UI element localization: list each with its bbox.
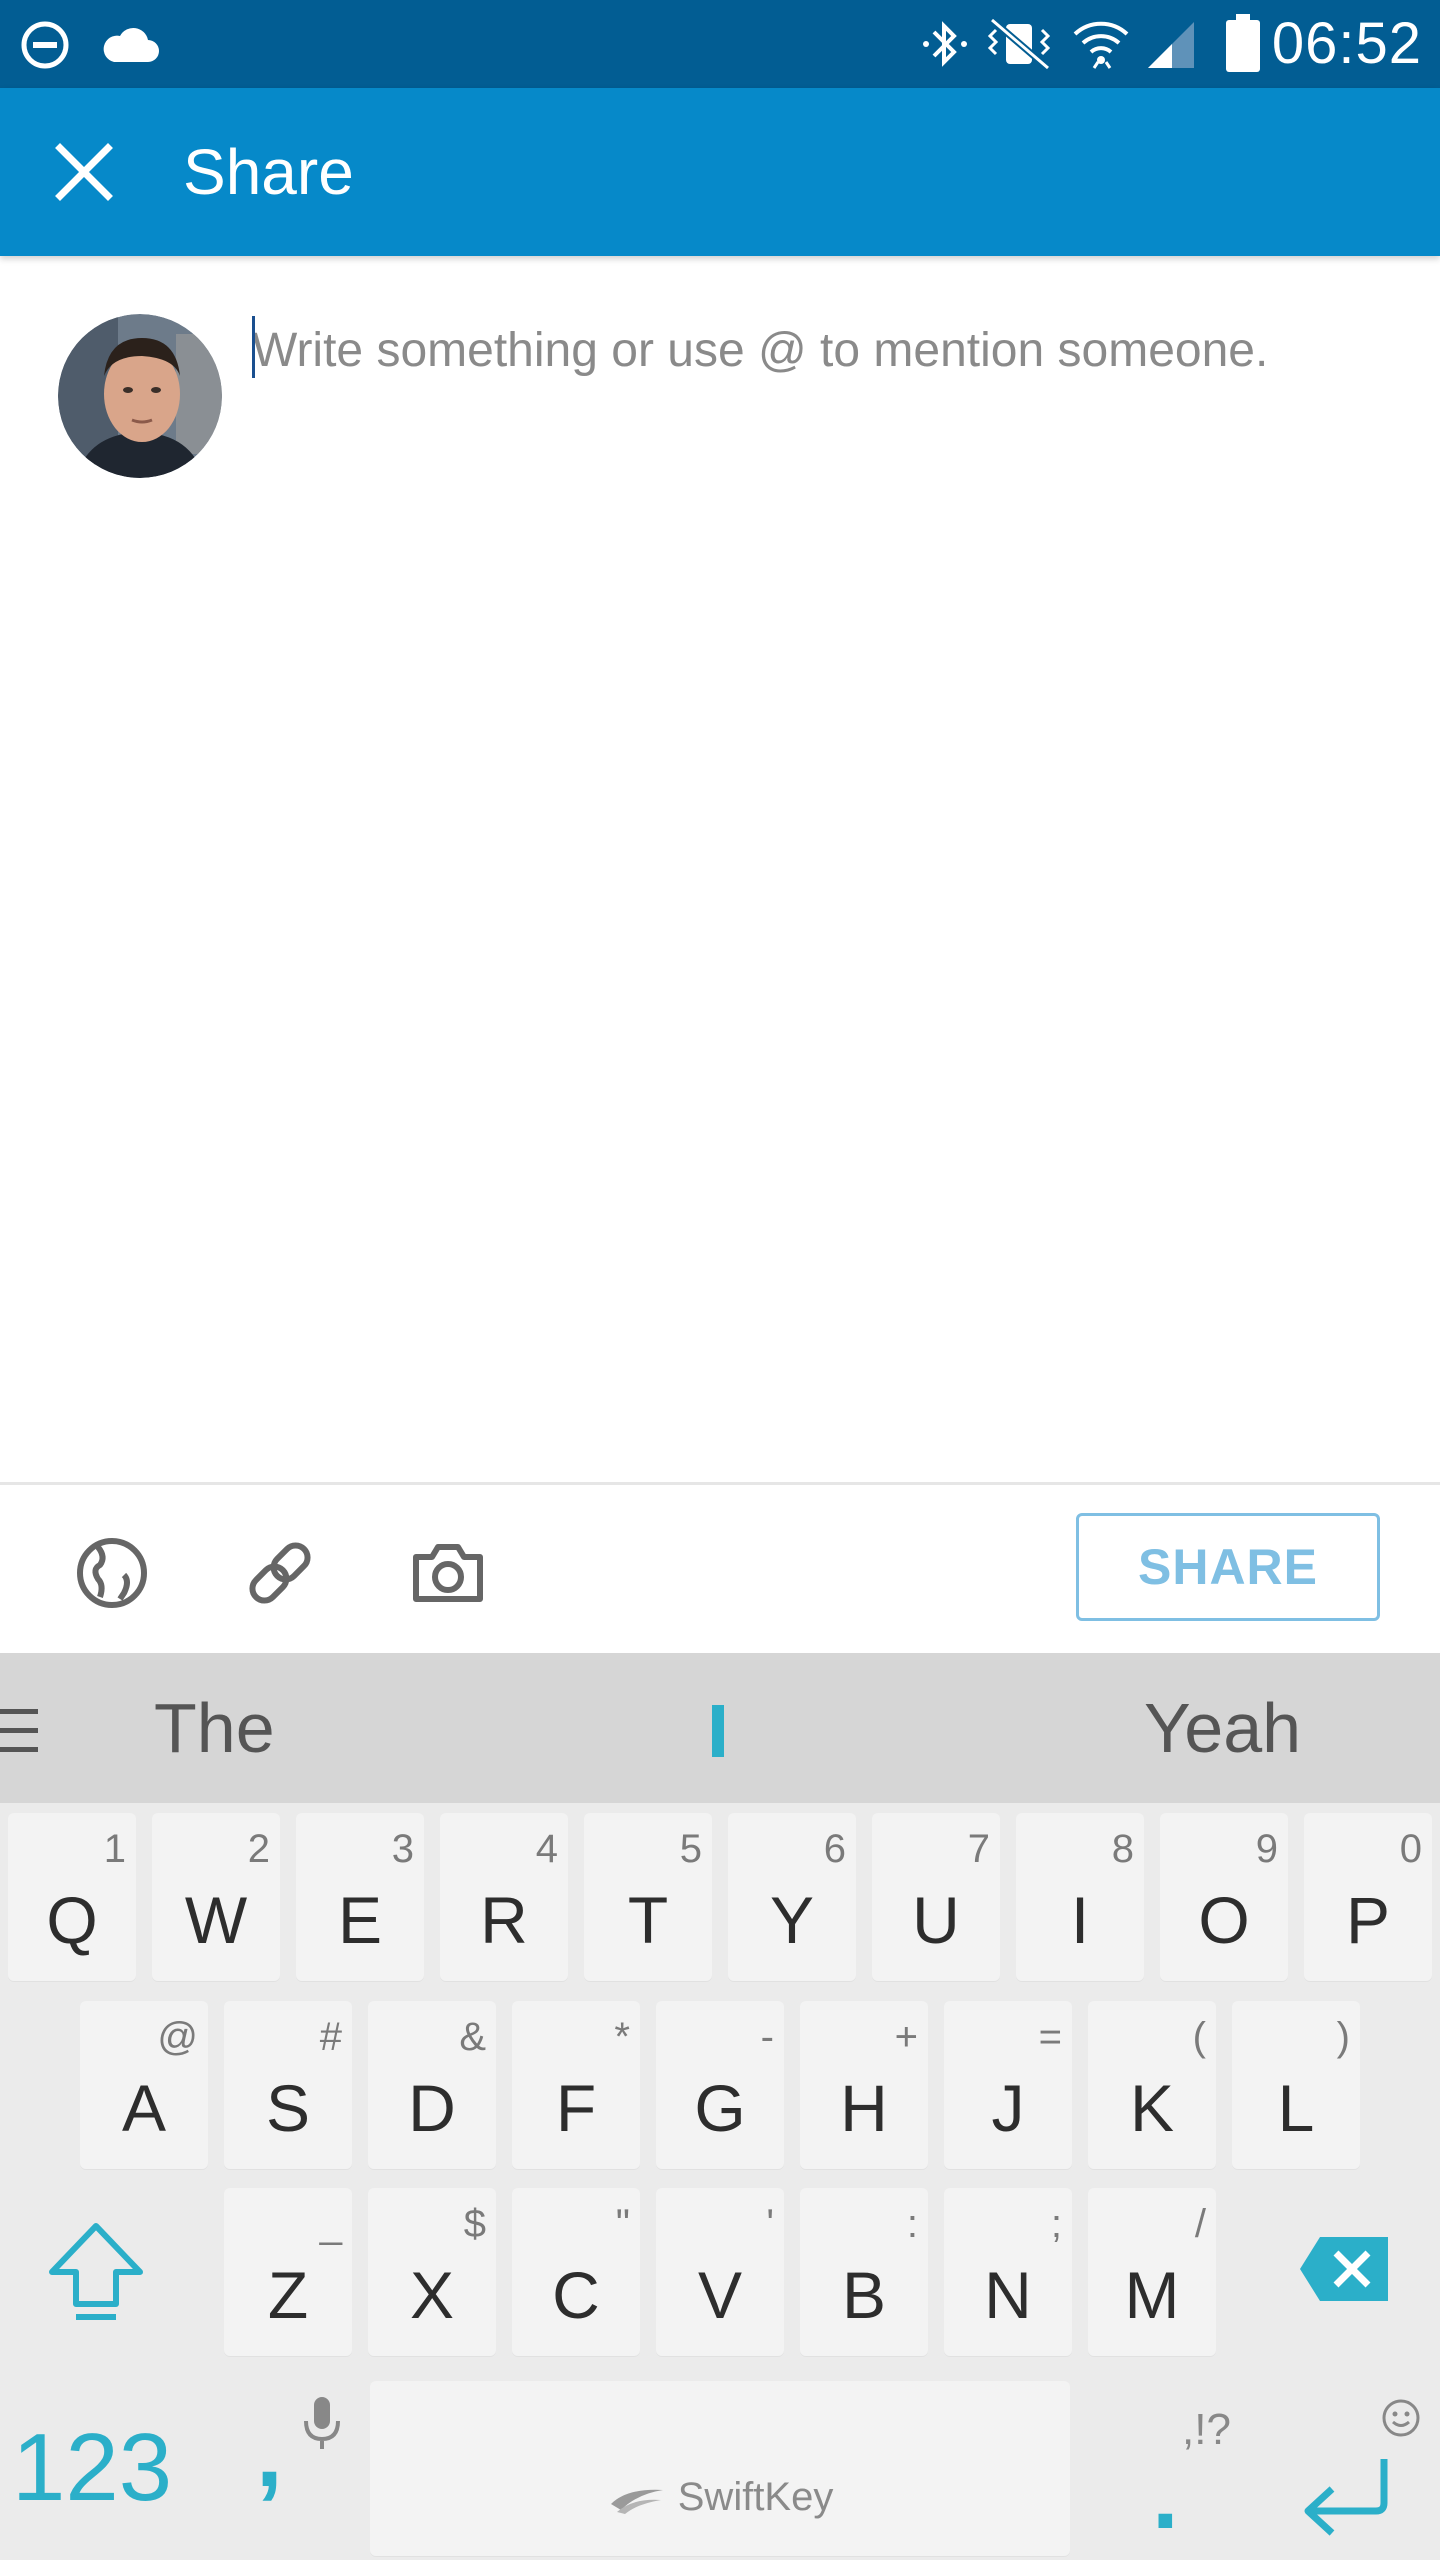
suggestion-left[interactable]: The [154,1683,275,1773]
key-q[interactable]: 1Q [8,1813,136,1981]
swiftkey-keyboard: The Yeah 1Q 2W 3E 4R 5T 6Y 7U 8I 9O 0P @… [0,1653,1440,2560]
key-z[interactable]: _ Z [224,2188,352,2356]
text-caret [252,316,255,378]
key-j[interactable]: = J [944,2001,1072,2169]
share-button[interactable]: SHARE [1076,1513,1380,1621]
key-i[interactable]: 8I [1016,1813,1144,1981]
menu-icon[interactable] [0,1705,40,1757]
link-icon[interactable] [232,1525,328,1621]
key-a[interactable]: @ A [80,2001,208,2169]
key-n[interactable]: ; N [944,2188,1072,2356]
suggestion-bar: The Yeah [0,1653,1440,1803]
key-f[interactable]: * F [512,2001,640,2169]
swiftkey-logo-icon [610,2490,663,2515]
status-time: 06:52 [1271,11,1422,76]
do-not-disturb-icon [21,21,69,69]
key-k[interactable]: (K [1088,2001,1216,2169]
suggestion-center-cursor[interactable] [712,1705,724,1757]
key-u[interactable]: 7U [872,1813,1000,1981]
punctuation-hint: ,!? [1182,2405,1231,2454]
key-t[interactable]: 5T [584,1813,712,1981]
status-bar: 06:52 [0,0,1440,88]
globe-visibility-icon[interactable] [64,1525,160,1621]
comma-key[interactable]: , [256,2399,283,2509]
key-b[interactable]: :B [800,2188,928,2356]
key-d[interactable]: & D [368,2001,496,2169]
bluetooth-icon [923,21,967,67]
shift-icon[interactable] [40,2218,152,2330]
key-r[interactable]: 4R [440,1813,568,1981]
key-p[interactable]: 0P [1304,1813,1432,1981]
cell-signal-icon [1148,22,1194,68]
suggestion-right[interactable]: Yeah [1144,1683,1301,1773]
key-c[interactable]: " C [512,2188,640,2356]
vibrate-mute-icon [987,17,1051,71]
key-w[interactable]: 2W [152,1813,280,1981]
key-s[interactable]: # S [224,2001,352,2169]
key-o[interactable]: 9O [1160,1813,1288,1981]
key-l[interactable]: ) L [1232,2001,1360,2169]
space-bar[interactable]: SwiftKey [370,2381,1070,2556]
numbers-key[interactable]: 123 [12,2413,172,2523]
key-h[interactable]: + H [800,2001,928,2169]
key-e[interactable]: 3E [296,1813,424,1981]
post-text-input[interactable] [252,310,1392,390]
key-g[interactable]: -G [656,2001,784,2169]
app-bar: Share [0,88,1440,256]
camera-icon[interactable] [400,1525,496,1621]
period-key[interactable]: . [1152,2441,1179,2551]
key-y[interactable]: 6Y [728,1813,856,1981]
backspace-icon[interactable] [1296,2233,1392,2305]
page-title: Share [183,136,354,208]
key-v[interactable]: ' V [656,2188,784,2356]
battery-icon [1226,14,1260,72]
enter-icon[interactable] [1296,2453,1396,2539]
avatar [58,314,222,478]
wifi-icon [1073,21,1129,69]
share-toolbar: SHARE [0,1485,1440,1653]
key-x[interactable]: $ X [368,2188,496,2356]
emoji-icon[interactable] [1380,2397,1422,2439]
cloud-icon [103,27,159,62]
microphone-icon [304,2397,340,2449]
close-icon[interactable] [34,118,134,226]
key-m[interactable]: / M [1088,2188,1216,2356]
swiftkey-brand: SwiftKey [677,2475,834,2519]
